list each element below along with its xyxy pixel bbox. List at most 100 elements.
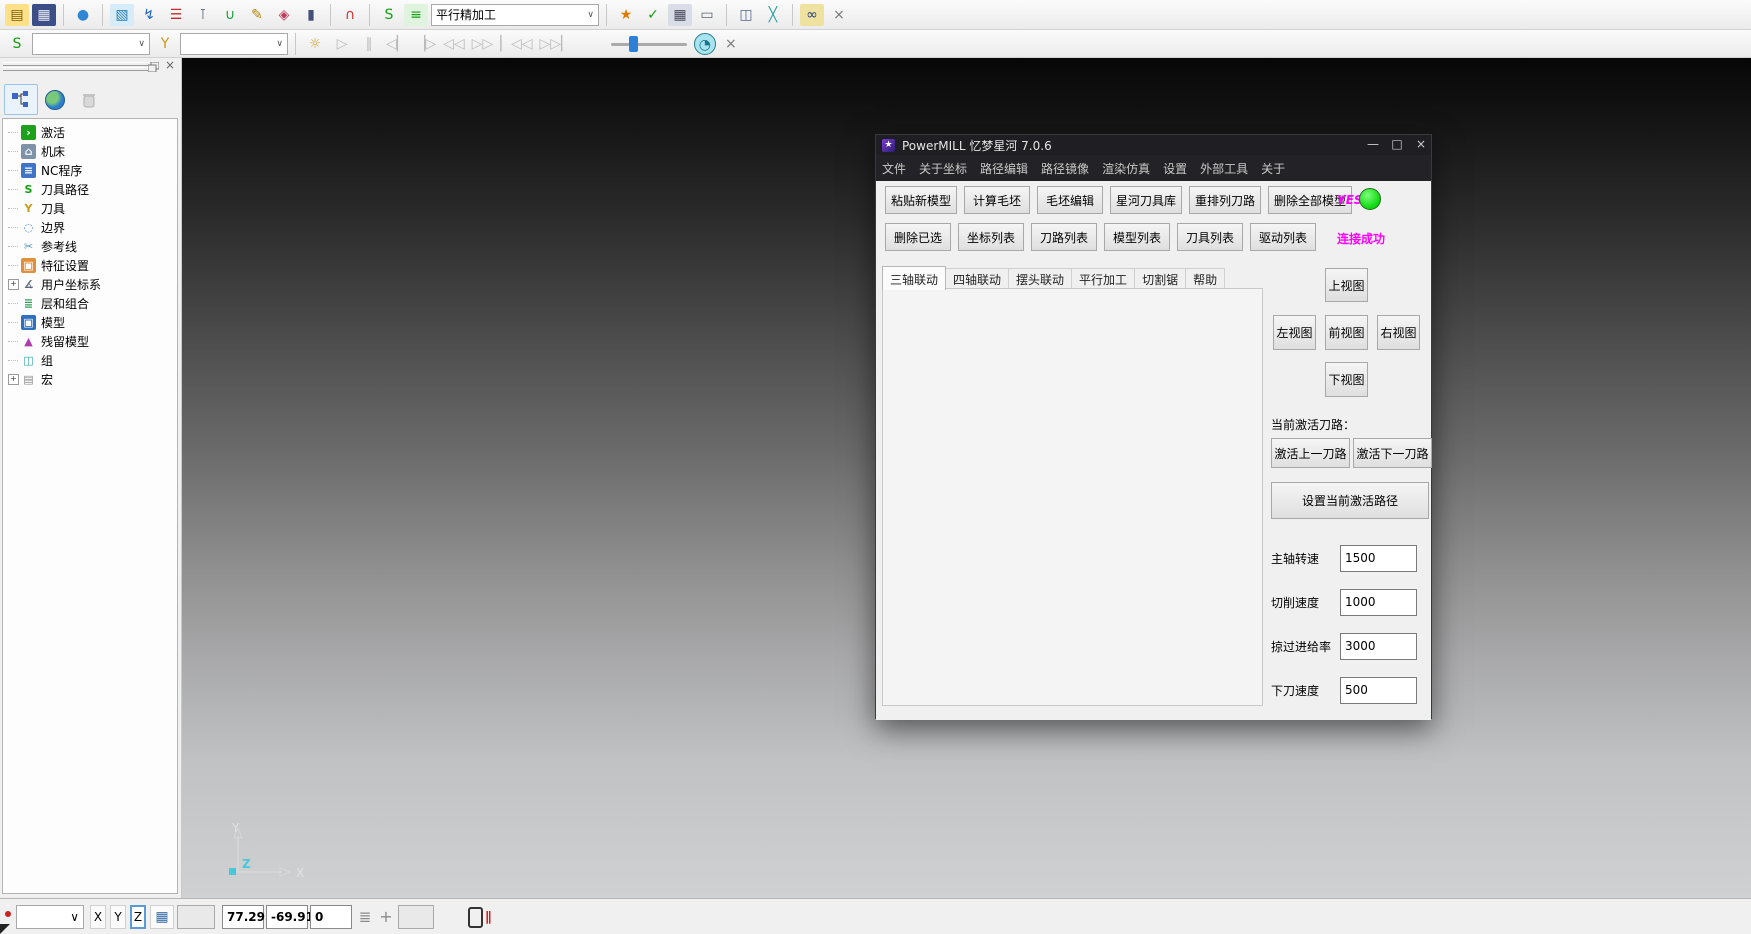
simulation-speed-slider[interactable] (607, 33, 691, 55)
minimize-button[interactable]: — (1362, 135, 1384, 155)
view-right-button[interactable]: 右视图 (1377, 315, 1420, 350)
panel-grip[interactable] (3, 62, 149, 66)
tool-create-icon[interactable]: ⊺ (191, 4, 215, 26)
workplane-cylinder-icon[interactable]: ▮ (299, 4, 323, 26)
skip-end-icon[interactable]: ▷▷▏ (538, 33, 574, 55)
dialog-action-button[interactable]: 毛坯编辑 (1037, 186, 1103, 214)
close-button[interactable]: × (1410, 135, 1432, 155)
tab[interactable]: 摆头联动 (1008, 268, 1072, 290)
dialog-action-button[interactable]: 删除已选 (885, 223, 951, 251)
tools-icon[interactable]: Y (153, 33, 177, 55)
resize-grip[interactable] (0, 924, 10, 934)
tree-item[interactable]: ✂参考线 (3, 237, 177, 256)
expand-icon[interactable]: + (8, 279, 21, 290)
powermill-logo-icon[interactable]: S (377, 4, 401, 26)
dialog-action-button[interactable]: 驱动列表 (1250, 223, 1316, 251)
speed-input[interactable]: 3000 (1340, 633, 1417, 660)
toolbar-close-icon[interactable]: × (827, 4, 851, 26)
lead-in-icon[interactable]: ∩ (338, 4, 362, 26)
coordinate-z-field[interactable]: 0 (310, 905, 352, 929)
lightbulb-icon[interactable]: ☼ (303, 33, 327, 55)
tab[interactable]: 帮助 (1185, 268, 1225, 290)
step-back-icon[interactable]: ◁▏ (384, 33, 410, 55)
boundary-edit-icon[interactable]: ✎ (245, 4, 269, 26)
dialog-action-button[interactable]: 星河刀具库 (1110, 186, 1182, 214)
axis-y-button[interactable]: Y (110, 905, 126, 929)
dialog-action-button[interactable]: 坐标列表 (958, 223, 1024, 251)
rewind-icon[interactable]: ◁◁ (441, 33, 467, 55)
play-icon[interactable]: ▷ (330, 33, 354, 55)
tree-item[interactable]: ≣层和组合 (3, 294, 177, 313)
leads-links-icon[interactable]: ∪ (218, 4, 242, 26)
pattern-points-icon[interactable]: ◈ (272, 4, 296, 26)
tree-item[interactable]: +∡用户坐标系 (3, 275, 177, 294)
tool-holder-icon[interactable]: ◫ (734, 4, 758, 26)
powermill-logo-icon[interactable]: S (5, 33, 29, 55)
skip-start-icon[interactable]: ▏◁◁ (498, 33, 534, 55)
tab[interactable]: 四轴联动 (945, 268, 1009, 290)
clock-icon[interactable]: ◔ (694, 33, 716, 55)
activate-prev-toolpath-button[interactable]: 激活上一刀路 (1271, 438, 1350, 468)
view-front-button[interactable]: 前视图 (1325, 315, 1368, 350)
set-active-path-button[interactable]: 设置当前激活路径 (1271, 482, 1429, 519)
open-project-icon[interactable]: ▤ (5, 4, 29, 26)
search-binoculars-icon[interactable]: ∞ (800, 4, 824, 26)
workplane-dropdown[interactable]: ∨ (16, 905, 84, 929)
menu-item[interactable]: 关于坐标 (919, 160, 967, 177)
workplane-axis-icon[interactable]: + (376, 905, 396, 929)
dialog-action-button[interactable]: 计算毛坯 (964, 186, 1030, 214)
step-forward-icon[interactable]: ▕▷ (413, 33, 439, 55)
toolpath-list-icon[interactable]: ≡ (404, 4, 428, 26)
shaded-view-icon[interactable]: ● (71, 4, 95, 26)
tree-item[interactable]: ▲残留模型 (3, 332, 177, 351)
view-bottom-button[interactable]: 下视图 (1325, 362, 1368, 397)
xyz-list-icon[interactable]: ≣ (356, 905, 374, 929)
tree-item[interactable]: ◌边界 (3, 218, 177, 237)
toolpath-strategy-icon[interactable]: ↯ (137, 4, 161, 26)
menu-item[interactable]: 关于 (1261, 160, 1285, 177)
web-globe-tab[interactable] (38, 84, 72, 115)
tool-check-icon[interactable]: ✓ (641, 4, 665, 26)
tolerance-field[interactable] (398, 905, 434, 929)
speed-input[interactable]: 1500 (1340, 545, 1417, 572)
explorer-tree-tab[interactable] (4, 84, 38, 115)
menu-item[interactable]: 路径镜像 (1041, 160, 1089, 177)
block-icon[interactable]: ▧ (110, 4, 134, 26)
dialog-action-button[interactable]: 模型列表 (1104, 223, 1170, 251)
strategy-dropdown[interactable]: 平行精加工∨ (431, 4, 599, 26)
view-left-button[interactable]: 左视图 (1273, 315, 1316, 350)
panel-close-icon[interactable]: × (165, 58, 175, 72)
menu-item[interactable]: 渲染仿真 (1102, 160, 1150, 177)
coordinate-x-field[interactable]: 77.2951 (222, 905, 264, 929)
grid-snap-icon[interactable]: ▦ (150, 905, 174, 929)
tree-item[interactable]: ▣特征设置 (3, 256, 177, 275)
tree-item[interactable]: S刀具路径 (3, 180, 177, 199)
activate-next-toolpath-button[interactable]: 激活下一刀路 (1353, 438, 1432, 468)
speed-input[interactable]: 1000 (1340, 589, 1417, 616)
measure-icon[interactable]: ▭ (695, 4, 719, 26)
toolpath-select-dropdown[interactable]: ∨ (32, 33, 150, 55)
tab[interactable]: 切割锯 (1134, 268, 1186, 290)
dialog-action-button[interactable]: 粘贴新模型 (885, 186, 957, 214)
axis-z-button[interactable]: Z (130, 905, 146, 929)
tab[interactable]: 平行加工 (1071, 268, 1135, 290)
dialog-action-button[interactable]: 刀具列表 (1177, 223, 1243, 251)
dialog-action-button[interactable]: 刀路列表 (1031, 223, 1097, 251)
recycle-bin-tab[interactable] (72, 84, 106, 115)
calculator-icon[interactable]: ▦ (668, 4, 692, 26)
feeds-speeds-icon[interactable]: ☰ (164, 4, 188, 26)
dialog-titlebar[interactable]: ★ PowerMILL 忆梦星河 7.0.6 (876, 135, 1431, 155)
snap-step-field[interactable] (177, 905, 215, 929)
fast-forward-icon[interactable]: ▷▷ (470, 33, 496, 55)
coordinate-y-field[interactable]: -69.918 (266, 905, 308, 929)
menu-item[interactable]: 设置 (1163, 160, 1187, 177)
axis-x-button[interactable]: X (90, 905, 106, 929)
maximize-button[interactable]: □ (1386, 135, 1408, 155)
tree-item[interactable]: +▤宏 (3, 370, 177, 389)
menu-item[interactable]: 文件 (882, 160, 906, 177)
dialog-action-button[interactable]: 重排列刀路 (1189, 186, 1261, 214)
tree-item[interactable]: Y刀具 (3, 199, 177, 218)
float-panel-icon[interactable] (148, 61, 159, 75)
save-project-icon[interactable]: ▦ (32, 4, 56, 26)
tab[interactable]: 三轴联动 (882, 266, 946, 290)
